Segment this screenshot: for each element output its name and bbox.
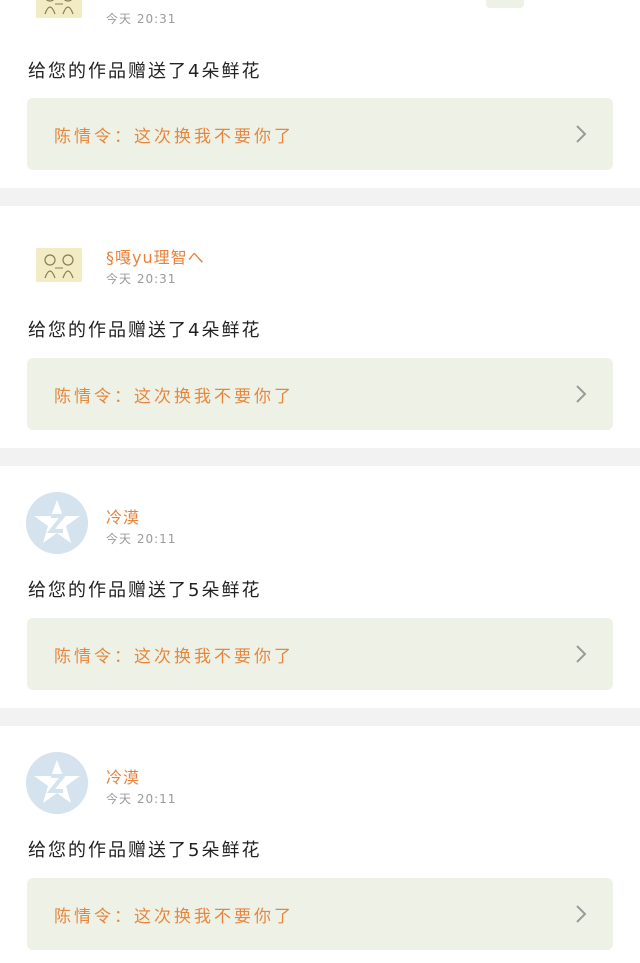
work-link-box[interactable]: 陈情令：这次换我不要你了 <box>27 878 613 950</box>
work-title: 陈情令：这次换我不要你了 <box>54 127 294 147</box>
gift-message: 给您的作品赠送了5朵鲜花 <box>28 580 262 601</box>
chevron-right-icon <box>576 645 587 663</box>
work-title: 陈情令：这次换我不要你了 <box>54 907 294 927</box>
qzone-default-avatar[interactable] <box>26 752 88 814</box>
work-link-box[interactable]: 陈情令：这次换我不要你了 <box>27 358 613 430</box>
work-link-box[interactable]: 陈情令：这次换我不要你了 <box>27 618 613 690</box>
work-title: 陈情令：这次换我不要你了 <box>54 387 294 407</box>
notification-card: §嘎yu理智へ 今天 20:31 给您的作品赠送了4朵鲜花 陈情令：这次换我不要… <box>0 206 640 448</box>
sketch-avatar[interactable] <box>36 248 82 282</box>
chevron-right-icon <box>576 385 587 403</box>
notification-card: 冷漠 今天 20:11 给您的作品赠送了5朵鲜花 陈情令：这次换我不要你了 <box>0 466 640 708</box>
chevron-right-icon <box>576 125 587 143</box>
username[interactable]: §嘎yu理智へ <box>106 244 205 268</box>
gift-message: 给您的作品赠送了5朵鲜花 <box>28 840 262 861</box>
gift-message: 给您的作品赠送了4朵鲜花 <box>28 61 262 82</box>
timestamp: 今天 20:11 <box>106 792 177 806</box>
work-title: 陈情令：这次换我不要你了 <box>54 647 294 667</box>
sketch-avatar[interactable] <box>36 0 82 18</box>
notification-card: 今天 20:31 给您的作品赠送了4朵鲜花 陈情令：这次换我不要你了 <box>0 0 640 188</box>
notification-feed: 今天 20:31 给您的作品赠送了4朵鲜花 陈情令：这次换我不要你了 §嘎yu理… <box>0 0 640 963</box>
username[interactable]: 冷漠 <box>106 764 140 788</box>
notification-card: 冷漠 今天 20:11 给您的作品赠送了5朵鲜花 陈情令：这次换我不要你了 <box>0 726 640 963</box>
timestamp: 今天 20:11 <box>106 532 177 546</box>
qzone-default-avatar[interactable] <box>26 492 88 554</box>
gift-message: 给您的作品赠送了4朵鲜花 <box>28 320 262 341</box>
follow-button-edge[interactable] <box>486 0 524 8</box>
username[interactable]: 冷漠 <box>106 504 140 528</box>
timestamp: 今天 20:31 <box>106 12 177 26</box>
work-link-box[interactable]: 陈情令：这次换我不要你了 <box>27 98 613 170</box>
chevron-right-icon <box>576 905 587 923</box>
timestamp: 今天 20:31 <box>106 272 177 286</box>
